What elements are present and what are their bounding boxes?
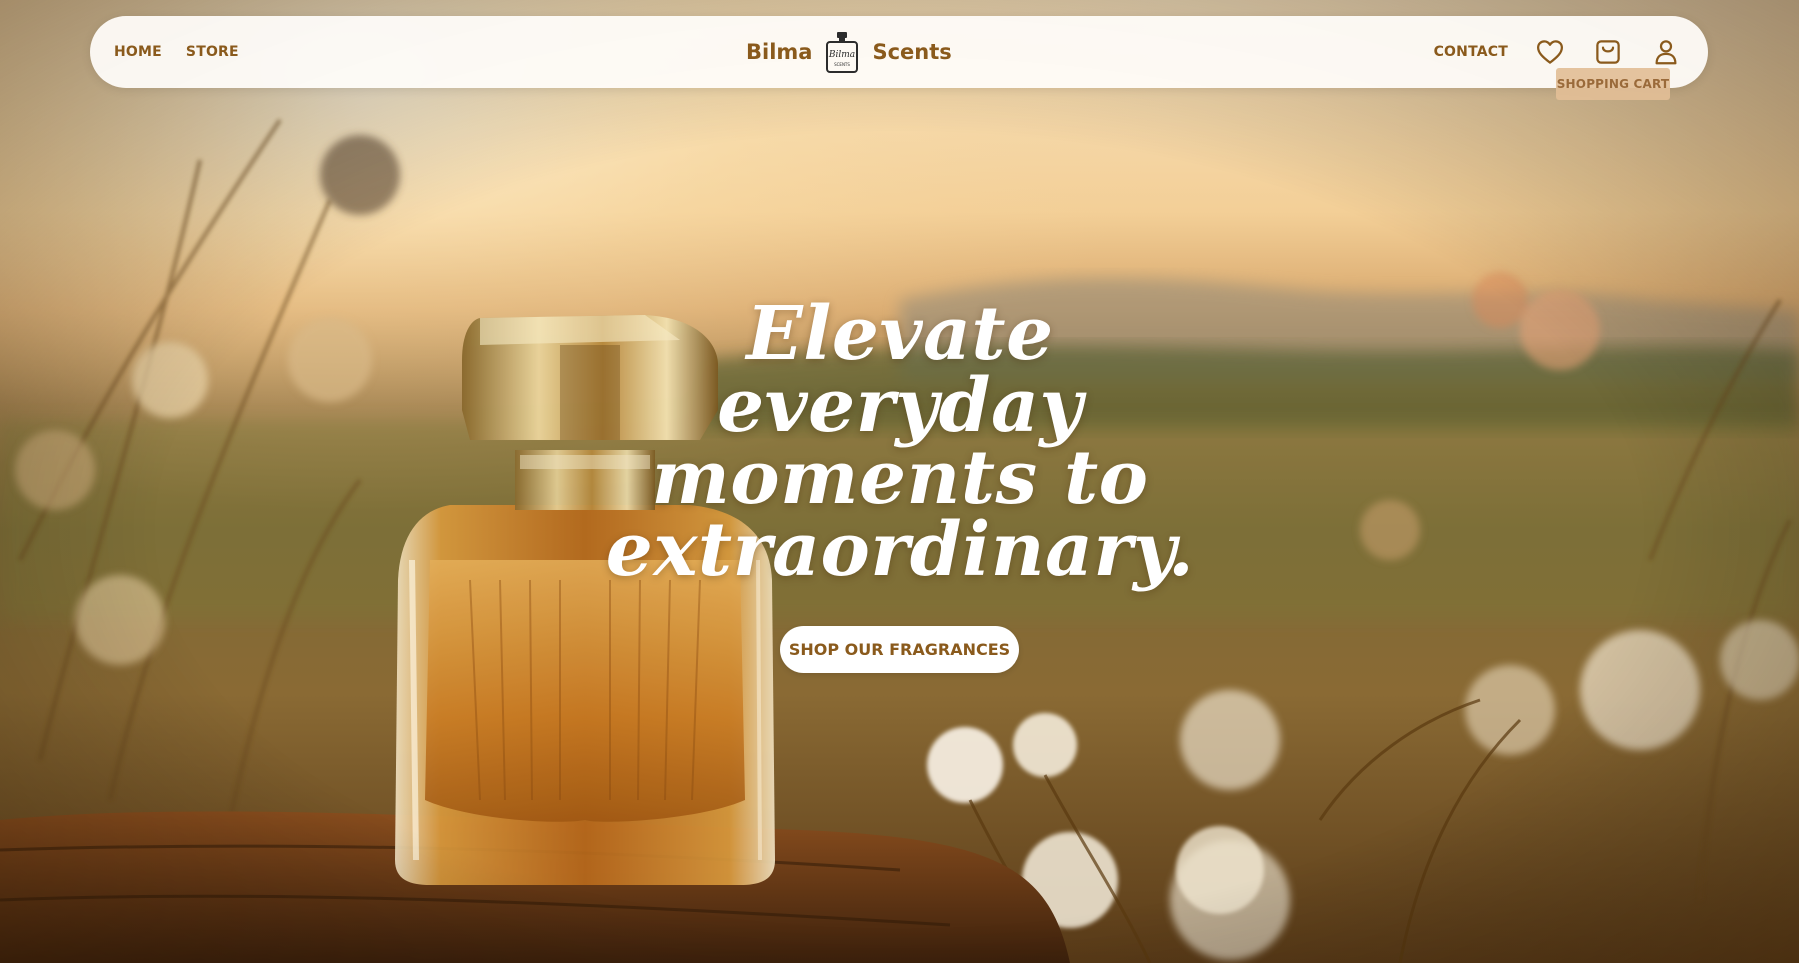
account-button[interactable] (1650, 36, 1682, 68)
brand-logo[interactable]: Bilma Bilma SCENTS Scents (746, 16, 952, 88)
brand-name-right: Scents (872, 40, 952, 64)
heart-icon (1537, 40, 1563, 64)
nav-link-store[interactable]: STORE (186, 44, 239, 60)
wishlist-button[interactable] (1534, 36, 1566, 68)
svg-text:SCENTS: SCENTS (835, 62, 851, 67)
brand-name-left: Bilma (746, 40, 813, 64)
page: HOME STORE Bilma Bilma SCENTS Scents CON… (0, 0, 1799, 963)
hero-headline: Elevate everyday moments to extraordinar… (605, 291, 1195, 593)
primary-nav: HOME STORE (114, 16, 239, 88)
shopping-cart-tooltip: SHOPPING CART (1556, 68, 1670, 100)
navbar: HOME STORE Bilma Bilma SCENTS Scents CON… (90, 16, 1708, 88)
svg-text:Bilma: Bilma (828, 50, 855, 60)
shop-fragrances-button[interactable]: SHOP OUR FRAGRANCES (780, 626, 1019, 673)
nav-link-contact[interactable]: CONTACT (1434, 44, 1508, 60)
user-icon (1655, 40, 1677, 65)
perfume-bottle-logo-icon: Bilma SCENTS (826, 32, 859, 73)
shopping-bag-icon (1596, 40, 1620, 64)
nav-link-home[interactable]: HOME (114, 44, 162, 60)
shopping-cart-button[interactable] (1592, 36, 1624, 68)
